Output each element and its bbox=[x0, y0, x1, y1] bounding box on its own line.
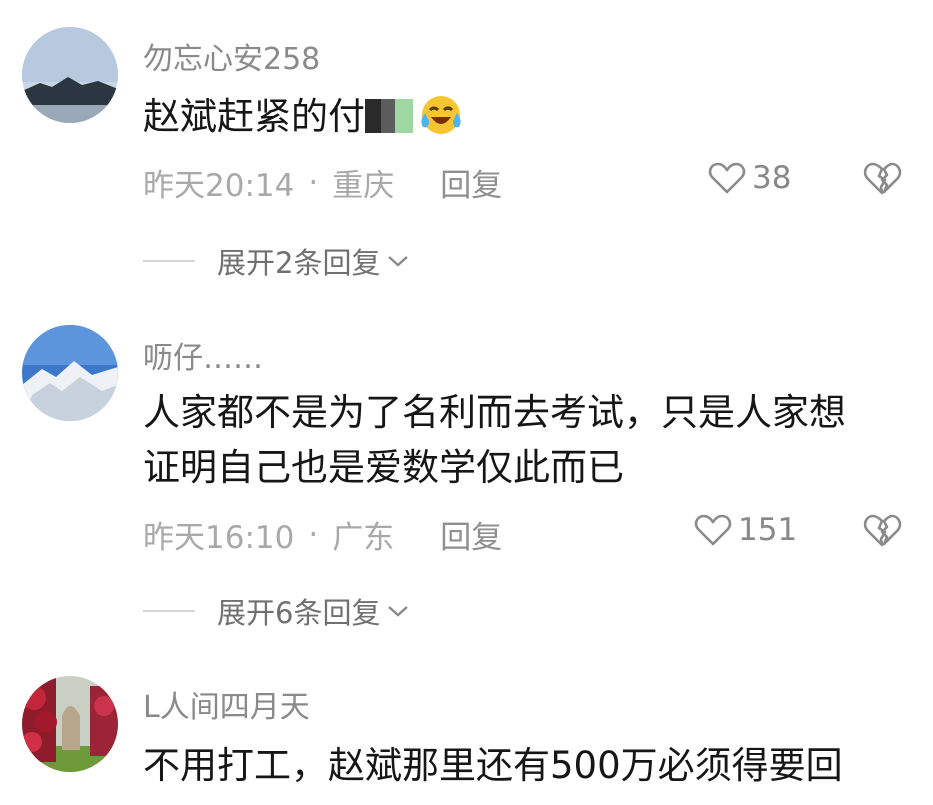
expand-replies-label: 展开6条回复 bbox=[217, 596, 381, 630]
meta-separator: · bbox=[308, 516, 319, 553]
like-button[interactable]: 38 bbox=[708, 160, 791, 196]
chevron-down-icon bbox=[388, 606, 409, 617]
comment-username[interactable]: L人间四月天 bbox=[143, 682, 310, 726]
expand-replies-button[interactable]: 展开6条回复 bbox=[143, 590, 410, 632]
comment-location: 重庆 bbox=[332, 168, 395, 204]
laughing-tears-emoji-icon bbox=[421, 95, 461, 134]
heart-outline-icon bbox=[694, 514, 732, 546]
snow-mountain-avatar-icon bbox=[22, 325, 118, 421]
expand-replies-label: 展开2条回复 bbox=[217, 246, 381, 280]
user-avatar[interactable] bbox=[22, 27, 118, 123]
meta-separator: · bbox=[308, 164, 319, 201]
comment-text: 赵斌赶紧的付 bbox=[143, 89, 463, 144]
like-button[interactable]: 151 bbox=[694, 512, 797, 548]
broken-heart-dislike-icon[interactable] bbox=[862, 160, 902, 196]
comment-text-line: 不用打工，赵斌那里还有500万必须得要回 bbox=[143, 744, 843, 787]
comment-item: L人间四月天 不用打工，赵斌那里还有500万必须得要回 bbox=[0, 0, 933, 787]
comment-text: 不用打工，赵斌那里还有500万必须得要回 bbox=[143, 738, 843, 793]
like-count: 151 bbox=[738, 512, 798, 548]
comment-username[interactable]: 勿忘心安258 bbox=[143, 34, 320, 78]
chevron-down-icon bbox=[388, 256, 409, 267]
expand-replies-button[interactable]: 展开2条回复 bbox=[143, 240, 410, 282]
broken-heart-dislike-icon[interactable] bbox=[862, 512, 902, 548]
flower-garden-avatar-icon bbox=[22, 676, 118, 772]
like-count: 38 bbox=[752, 160, 792, 196]
comment-text-line: 证明自己也是爱数学仅此而已 bbox=[143, 446, 624, 489]
comment-meta: 昨天16:10 · 广东 回复 bbox=[143, 512, 502, 557]
heart-outline-icon bbox=[708, 162, 746, 194]
user-avatar[interactable] bbox=[22, 676, 118, 772]
user-avatar[interactable] bbox=[22, 325, 118, 421]
comment-time: 昨天16:10 bbox=[143, 520, 295, 556]
comment-text: 人家都不是为了名利而去考试，只是人家想 证明自己也是爱数学仅此而已 bbox=[143, 385, 846, 495]
mountain-lake-avatar-icon bbox=[22, 27, 118, 123]
censor-blur-icon bbox=[365, 98, 413, 133]
comment-username[interactable]: 呖仔…… bbox=[143, 333, 263, 377]
reply-button[interactable]: 回复 bbox=[440, 160, 502, 205]
expand-divider bbox=[143, 610, 195, 612]
comment-location: 广东 bbox=[332, 520, 395, 556]
reply-button[interactable]: 回复 bbox=[440, 512, 502, 557]
comment-time: 昨天20:14 bbox=[143, 168, 295, 204]
comment-meta: 昨天20:14 · 重庆 回复 bbox=[143, 160, 502, 205]
comment-text-line: 人家都不是为了名利而去考试，只是人家想 bbox=[143, 391, 846, 434]
comment-text-line: 赵斌赶紧的付 bbox=[143, 95, 365, 138]
expand-divider bbox=[143, 260, 195, 262]
